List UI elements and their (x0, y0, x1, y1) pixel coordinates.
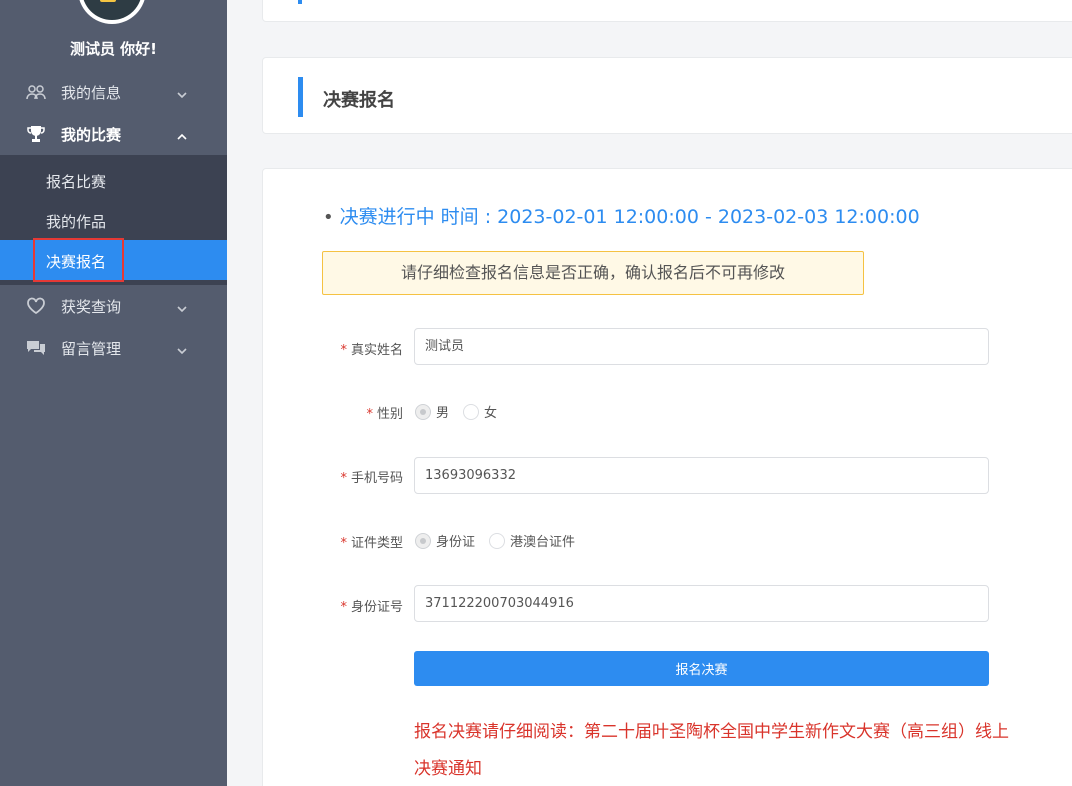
users-icon (26, 83, 46, 101)
submit-final-registration-button[interactable]: 报名决赛 (414, 651, 989, 686)
id-type-label: * 证件类型 (340, 536, 403, 551)
radio-circle (463, 403, 480, 420)
menu-label: 获奖查询 (61, 297, 122, 316)
heart-icon (26, 297, 46, 315)
user-greeting: 测试员 你好! (69, 40, 158, 58)
chevron-down-icon (176, 342, 188, 355)
id-number-label: * 身份证号 (340, 600, 403, 615)
gender-radio-group: 男 女 (415, 402, 511, 421)
menu-label: 我的比赛 (61, 125, 122, 144)
top-card (262, 0, 1072, 22)
chevron-down-icon (176, 86, 188, 99)
sidebar: 测试员 你好! 我的信息 我的比赛 报名比赛 我的作品 决赛报名 获奖查询 留言… (0, 0, 227, 786)
radio-circle (489, 532, 506, 549)
bullet: • (323, 207, 334, 228)
id-number-input[interactable]: 371122200703044916 (414, 585, 989, 622)
menu-item-message-management[interactable]: 留言管理 (0, 327, 227, 369)
gender-radio-male[interactable]: 男 (415, 402, 449, 421)
book-icon (100, 0, 116, 2)
phone-label: * 手机号码 (340, 471, 403, 486)
accent-bar (298, 77, 303, 117)
chevron-down-icon (176, 300, 188, 313)
id-type-radio-hk-macau-taiwan[interactable]: 港澳台证件 (489, 531, 575, 550)
id-type-radio-id-card[interactable]: 身份证 (415, 531, 475, 550)
competition-status: • 决赛进行中 时间 : 2023-02-01 12:00:00 - 2023-0… (323, 202, 920, 229)
submenu-item-final-registration[interactable]: 决赛报名 (0, 240, 227, 280)
name-label: * 真实姓名 (340, 343, 403, 358)
id-type-radio-group: 身份证 港澳台证件 (415, 531, 589, 550)
logo (78, 0, 146, 24)
menu-item-my-competition[interactable]: 我的比赛 (0, 113, 227, 155)
chat-icon (26, 339, 46, 357)
gender-radio-female[interactable]: 女 (463, 402, 497, 421)
trophy-icon (26, 125, 46, 143)
menu-item-award-query[interactable]: 获奖查询 (0, 285, 227, 327)
warning-notice: 请仔细检查报名信息是否正确，确认报名后不可再修改 (322, 251, 864, 295)
accent-bar (298, 0, 302, 4)
page-header-card: 决赛报名 (262, 57, 1072, 134)
radio-circle (415, 403, 431, 420)
page-title: 决赛报名 (323, 90, 395, 111)
radio-circle (415, 532, 431, 549)
final-notice-link[interactable]: 报名决赛请仔细阅读：第二十届叶圣陶杯全国中学生新作文大赛（高三组）线上决赛通知 (414, 714, 1014, 786)
phone-input[interactable]: 13693096332 (414, 457, 989, 494)
status-text: 决赛进行中 时间 : 2023-02-01 12:00:00 - 2023-02… (339, 206, 920, 228)
submenu-item-my-works[interactable]: 我的作品 (0, 200, 227, 240)
submenu-my-competition: 报名比赛 我的作品 决赛报名 (0, 155, 227, 285)
menu-label: 我的信息 (61, 83, 122, 102)
menu-item-my-info[interactable]: 我的信息 (0, 71, 227, 113)
submenu-item-register-competition[interactable]: 报名比赛 (0, 160, 227, 200)
name-input[interactable]: 测试员 (414, 328, 989, 365)
registration-card: • 决赛进行中 时间 : 2023-02-01 12:00:00 - 2023-0… (262, 168, 1072, 786)
menu-label: 留言管理 (61, 339, 122, 358)
gender-label: * 性别 (366, 407, 403, 422)
chevron-up-icon (176, 128, 188, 140)
